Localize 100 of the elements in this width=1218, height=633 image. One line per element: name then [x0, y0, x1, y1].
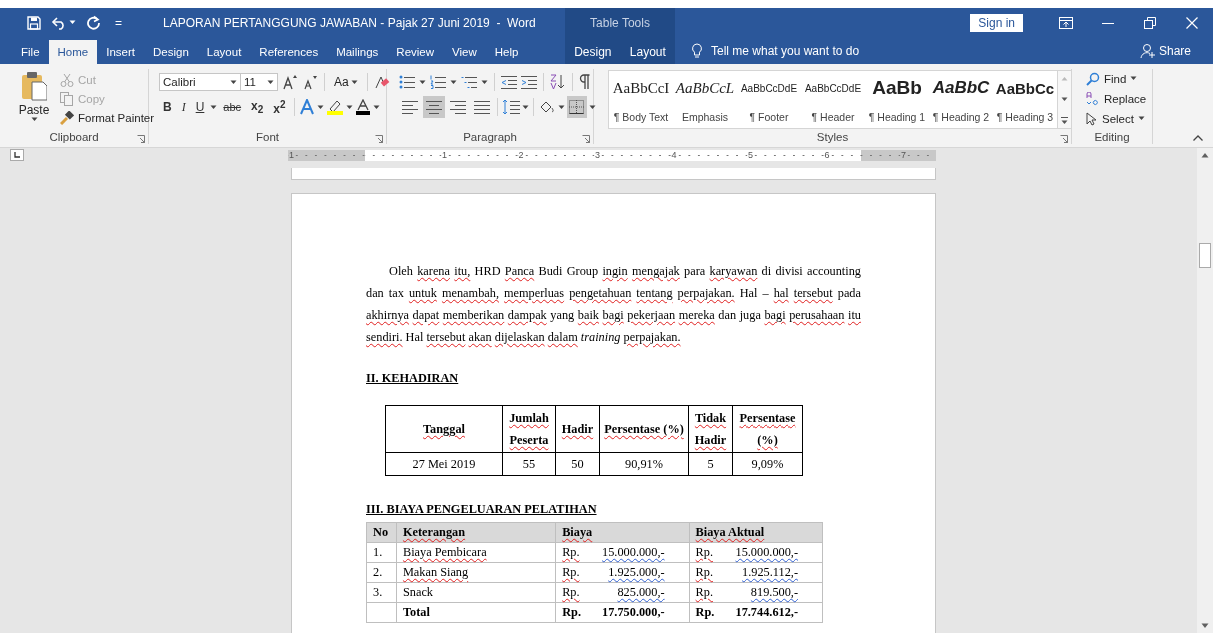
borders-icon[interactable] — [567, 96, 587, 118]
table-cell: 55 — [502, 452, 556, 476]
caret-icon — [558, 104, 565, 110]
column-header: Biaya Aktual — [689, 522, 823, 543]
collapse-ribbon-icon[interactable] — [1193, 135, 1203, 141]
ribbon-tab[interactable]: Layout — [620, 40, 675, 64]
close-icon[interactable] — [1186, 16, 1198, 29]
dialog-launcher-icon[interactable] — [1060, 135, 1068, 143]
group-label: Paragraph — [463, 131, 517, 143]
caret-icon — [230, 79, 237, 85]
numbering-icon[interactable] — [430, 75, 446, 89]
ribbon-tab[interactable]: Help — [485, 40, 528, 64]
ribbon-tab[interactable]: Layout — [197, 40, 251, 64]
share-button[interactable]: Share — [1158, 43, 1191, 58]
grow-font-icon[interactable] — [282, 74, 298, 90]
share-person-icon[interactable] — [1139, 43, 1155, 58]
text-effects-icon[interactable] — [298, 99, 315, 115]
more-styles-icon[interactable] — [1061, 117, 1068, 125]
paste-button[interactable]: Paste — [12, 69, 56, 130]
table-cell: Rp. 819.500,- — [689, 582, 823, 603]
font-name-field[interactable]: Calibri — [159, 73, 241, 91]
save-icon[interactable] — [27, 15, 41, 30]
find-button[interactable]: Find — [1086, 69, 1147, 88]
align-center-icon[interactable] — [423, 96, 445, 118]
font-color-icon[interactable] — [354, 99, 371, 115]
format-button[interactable]: I — [177, 98, 190, 116]
style-gallery-item[interactable]: AaBbCc ¶ Heading 3 — [993, 71, 1057, 128]
style-gallery-item[interactable]: AaBbC ¶ Heading 2 — [929, 71, 993, 128]
ribbon-tab[interactable]: View — [443, 40, 486, 64]
ruler-number: 4 — [670, 150, 678, 161]
copy-icon — [60, 91, 74, 106]
clear-formatting-icon[interactable] — [373, 74, 390, 90]
style-gallery-item[interactable]: AaBb ¶ Heading 1 — [865, 71, 929, 128]
font-size-field[interactable]: 11 — [240, 73, 278, 91]
caret-icon — [419, 79, 426, 85]
redo-icon[interactable] — [86, 15, 101, 30]
ribbon-tab[interactable]: Design — [565, 40, 621, 64]
format-button[interactable]: x$^{2}$ — [269, 97, 290, 117]
table-cell: 2. — [366, 562, 397, 583]
sign-in-button[interactable]: Sign in — [970, 13, 1023, 32]
horizontal-ruler[interactable]: 1 1 2 3 4 5 6 7 — [288, 150, 936, 161]
select-button[interactable]: Select — [1086, 109, 1147, 128]
format-button[interactable]: abc — [219, 100, 246, 114]
format-button[interactable]: x$_{2}$ — [247, 97, 268, 117]
section-heading: II. KEHADIRAN — [366, 370, 460, 387]
ruler-number: 1 — [288, 150, 295, 161]
ribbon-tab[interactable]: Mailings — [327, 40, 388, 64]
ribbon-tab[interactable]: File — [12, 40, 49, 64]
customize-toolbar-button[interactable]: = — [111, 15, 126, 30]
body-paragraph: Oleh karena itu, HRD Panca Budi Group ingin mengajak para karyawan di divisi accounting dan tax untuk menambah, memperluas pengetahuan tentang perpajakan. Hal – hal tersebut pada akhirnya dapat memberikan dampak yang baik bagi pekerjaan mereka dan juga bagi perusahaan itu sendiri. Hal tersebut akan dijelaskan dalam training perpajakan. — [366, 263, 861, 346]
group-label: Clipboard — [49, 131, 99, 143]
column-header: Hadir — [555, 405, 600, 453]
change-case-button[interactable]: Aa — [331, 73, 361, 91]
format-button[interactable]: B — [159, 99, 176, 115]
decrease-indent-icon[interactable] — [501, 75, 517, 89]
replace-button[interactable]: Replace — [1086, 89, 1147, 108]
highlighter-icon[interactable] — [325, 99, 344, 115]
ribbon-tab[interactable]: References — [250, 40, 328, 64]
ribbon-tab[interactable]: Review — [387, 40, 444, 64]
undo-icon[interactable] — [51, 15, 67, 30]
style-gallery-item[interactable]: AaBbCcI ¶ Body Text — [609, 71, 673, 128]
pilcrow-icon[interactable] — [579, 74, 591, 90]
style-gallery-item[interactable]: AaBbCcDdE ¶ Header — [801, 71, 865, 128]
scissors-icon — [60, 72, 74, 87]
dialog-launcher-icon[interactable] — [375, 135, 383, 143]
scroll-down-icon[interactable] — [1201, 623, 1209, 629]
ribbon-tab[interactable]: Design — [144, 40, 198, 64]
clipboard-command[interactable]: Format Painter — [60, 108, 155, 127]
scrollbar-thumb[interactable] — [1199, 243, 1211, 268]
restore-icon[interactable] — [1144, 16, 1156, 29]
ribbon-display-options-icon[interactable] — [1059, 16, 1073, 29]
table-cell: Rp. 17.750.000,- — [555, 602, 690, 623]
tell-me-search[interactable]: Tell me what you want to do — [711, 43, 860, 58]
style-gallery-item[interactable]: AaBbCcL Emphasis — [673, 71, 737, 128]
style-gallery-item[interactable]: AaBbCcDdE ¶ Footer — [737, 71, 801, 128]
table-cell: 50 — [555, 452, 600, 476]
lightbulb-icon[interactable] — [691, 42, 703, 59]
sort-icon[interactable] — [550, 74, 566, 90]
increase-indent-icon[interactable] — [521, 75, 537, 89]
format-button[interactable]: U — [191, 99, 209, 115]
tab-stop-selector-icon[interactable] — [10, 149, 24, 161]
table-cell: Rp. 15.000.000,- — [555, 542, 690, 563]
search-icon — [1086, 71, 1100, 86]
shrink-font-icon[interactable] — [302, 74, 318, 90]
scroll-up-icon[interactable] — [1201, 152, 1209, 158]
dialog-launcher-icon[interactable] — [137, 135, 145, 143]
table-cell: Total — [396, 602, 556, 623]
ribbon-tab[interactable]: Insert — [97, 40, 144, 64]
caret-icon — [30, 117, 38, 122]
scroll-down-icon[interactable] — [1061, 96, 1068, 102]
multilevel-list-icon[interactable] — [461, 75, 477, 89]
table-cell: 3. — [366, 582, 397, 603]
ribbon-tab[interactable]: Home — [48, 40, 98, 64]
line-spacing-icon[interactable] — [502, 99, 520, 115]
shading-bucket-icon[interactable] — [538, 99, 556, 115]
dialog-launcher-icon[interactable] — [582, 135, 590, 143]
bullets-icon[interactable] — [399, 75, 415, 89]
cursor-arrow-icon — [1086, 111, 1098, 126]
table-cell: Makan Siang — [396, 562, 556, 583]
column-header: Biaya — [555, 522, 690, 543]
